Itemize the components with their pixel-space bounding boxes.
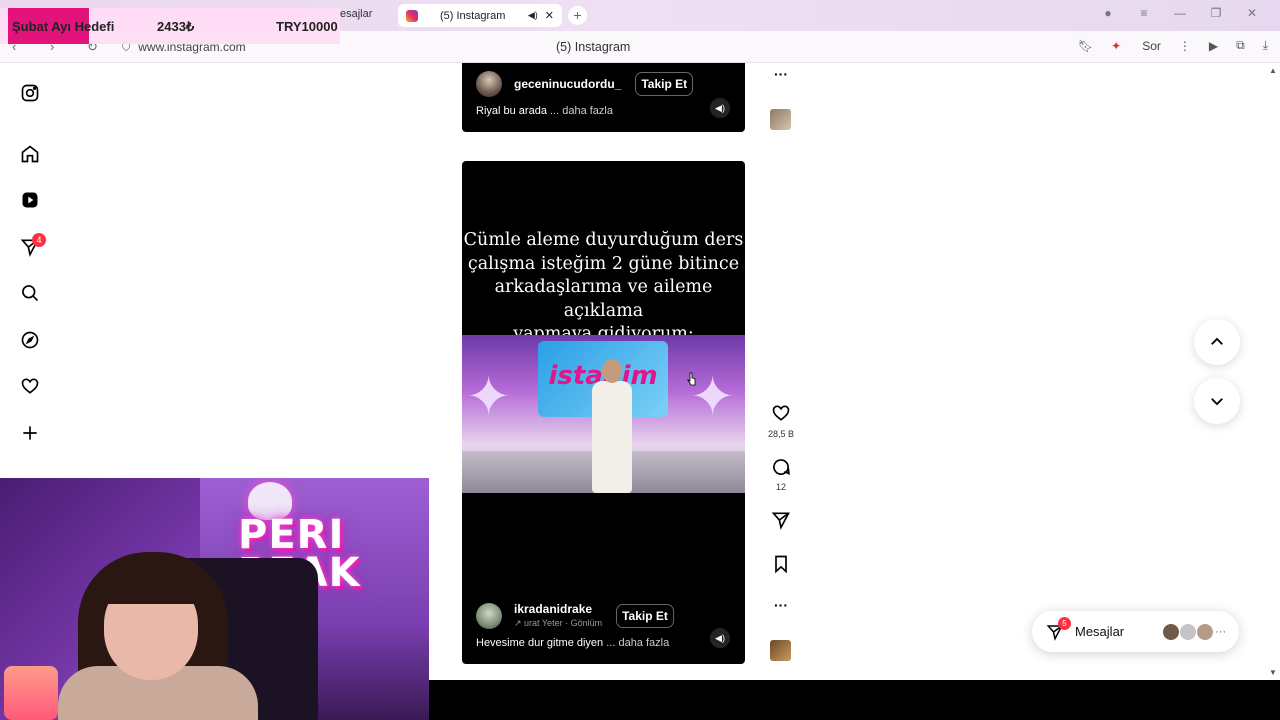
overlay-line: Cümle aleme duyurduğum ders [463, 230, 744, 250]
more-options-icon[interactable]: ··· [770, 66, 792, 82]
comment-count: 12 [775, 482, 786, 492]
avatar [1196, 622, 1215, 641]
next-reel-button[interactable] [1194, 378, 1240, 424]
ask-icon: ✦ [1111, 38, 1122, 53]
download-icon[interactable]: ⤓ [1263, 38, 1268, 53]
reel-overlay-text: Cümle aleme duyurduğum ders çalışma iste… [462, 229, 745, 347]
reel-caption[interactable]: Riyal bu arada ... daha fazla [476, 105, 613, 117]
previous-reel-button[interactable] [1194, 319, 1240, 365]
search-icon[interactable] [20, 283, 40, 303]
sound-icon[interactable]: ◀) [710, 98, 730, 118]
more-options-icon[interactable]: ⋮ [1179, 39, 1191, 53]
tab-messages[interactable]: esajlar [340, 8, 372, 20]
share-icon[interactable] [770, 510, 792, 535]
reel-video[interactable]: istaSim ✦ ✦ [462, 335, 745, 493]
more-link[interactable]: ... daha fazla [606, 637, 669, 649]
address-bar-actions: 🔖︎ ✦ Sor ⋮ ▶ ⧉ ⤓ [1060, 38, 1268, 53]
goal-target-amount: TRY10000 [276, 19, 338, 34]
media-icon[interactable]: ▶ [1209, 39, 1218, 53]
instagram-sidebar: 4 [0, 63, 64, 483]
streamer-bangs [96, 564, 206, 604]
person-head [602, 359, 622, 383]
avatar[interactable] [476, 602, 502, 629]
minimize-button[interactable]: — [1162, 6, 1198, 20]
reel-author: geceninucudordu_ Takip Et [476, 71, 694, 97]
caption-text: Riyal bu arada [476, 105, 547, 117]
avatar [1179, 622, 1198, 641]
reels-icon[interactable] [20, 190, 40, 210]
speaker-icon[interactable]: ◀) [528, 10, 538, 21]
donation-goal-overlay: Şubat Ayı Hedefi 2433₺ TRY10000 [0, 8, 340, 44]
new-tab-button[interactable]: + [568, 6, 587, 25]
explore-icon[interactable] [20, 330, 40, 350]
neon-sign-line: PERI [238, 512, 345, 558]
reel-username[interactable]: ikradanidrake [514, 602, 602, 616]
goal-label: Şubat Ayı Hedefi [12, 19, 115, 34]
extensions-icon[interactable]: ⧉ [1236, 38, 1245, 53]
ask-button[interactable]: ✦ Sor [1111, 39, 1161, 53]
scroll-up-arrow-icon[interactable]: ▲ [1269, 66, 1277, 75]
more-options-icon[interactable]: ··· [770, 597, 792, 613]
caption-text: Hevesime dur gitme diyen [476, 637, 604, 649]
messages-badge: 4 [32, 233, 46, 247]
goal-current-amount: 2433₺ [157, 19, 195, 34]
audio-thumbnail[interactable] [770, 109, 791, 130]
save-icon[interactable] [770, 554, 792, 579]
messages-badge: 5 [1058, 617, 1071, 630]
sound-icon[interactable]: ◀) [710, 628, 730, 648]
create-icon[interactable] [20, 423, 40, 443]
mouse-cursor-icon [687, 372, 696, 386]
streamer-webcam: PERI PEAK [0, 478, 429, 720]
chevron-down-icon [1211, 398, 1223, 406]
notifications-icon[interactable] [20, 376, 40, 396]
scroll-down-arrow-icon[interactable]: ▼ [1269, 668, 1277, 677]
audio-thumbnail[interactable] [770, 640, 791, 661]
comment-icon[interactable] [770, 457, 792, 482]
reel-current[interactable]: Cümle aleme duyurduğum ders çalışma iste… [462, 161, 745, 664]
page-title: (5) Instagram [556, 40, 631, 54]
follow-button[interactable]: Takip Et [616, 603, 674, 628]
person-body [592, 381, 632, 493]
avatar [1162, 622, 1181, 641]
reel-author: ikradanidrake ↗ urat Yeter · Gönlüm Taki… [476, 602, 674, 629]
instagram-favicon-icon [406, 9, 418, 22]
message-avatars: ··· [1162, 622, 1227, 641]
close-window-button[interactable]: ✕ [1234, 6, 1270, 20]
home-icon[interactable] [20, 144, 40, 164]
bookmark-icon[interactable]: 🔖︎ [1078, 39, 1093, 53]
like-icon[interactable] [770, 403, 792, 428]
window-controls: ● ≡ — ❐ ✕ [1090, 6, 1270, 20]
audio-arrow-icon: ↗ [514, 618, 525, 628]
reel-audio[interactable]: ↗ urat Yeter · Gönlüm [514, 618, 602, 629]
star-decoration: ✦ [466, 367, 512, 427]
instagram-logo-icon[interactable] [20, 83, 40, 103]
tab-title: (5) Instagram [440, 9, 506, 22]
more-avatars: ··· [1215, 625, 1227, 638]
follow-button[interactable]: Takip Et [635, 72, 694, 96]
profile-icon[interactable]: ● [1090, 6, 1126, 20]
overlay-line: arkadaşlarıma ve aileme açıklama [494, 277, 713, 321]
messages-label: Mesajlar [1075, 624, 1125, 639]
overlay-line: çalışma isteğim 2 güne bitince [467, 253, 740, 274]
more-link[interactable]: ... daha fazla [550, 105, 613, 117]
reel-previous[interactable]: geceninucudordu_ Takip Et Riyal bu arada… [462, 63, 745, 132]
chevron-up-icon [1211, 337, 1223, 345]
ask-label: Sor [1142, 38, 1161, 53]
menu-icon[interactable]: ≡ [1126, 6, 1162, 20]
tab-instagram[interactable]: (5) Instagram ◀) ✕ [398, 4, 562, 27]
reel-caption[interactable]: Hevesime dur gitme diyen ... daha fazla [476, 637, 669, 649]
audio-label: urat Yeter · Gönlüm [524, 618, 603, 628]
avatar[interactable] [476, 71, 502, 97]
taskbar-strip [429, 680, 1280, 720]
close-tab-icon[interactable]: ✕ [545, 9, 554, 22]
desk-lamp [4, 666, 58, 720]
like-count: 28,5 B [767, 429, 795, 439]
restore-button[interactable]: ❐ [1198, 6, 1234, 20]
reel-username[interactable]: geceninucudordu_ [514, 77, 621, 91]
person-figure [590, 359, 634, 493]
